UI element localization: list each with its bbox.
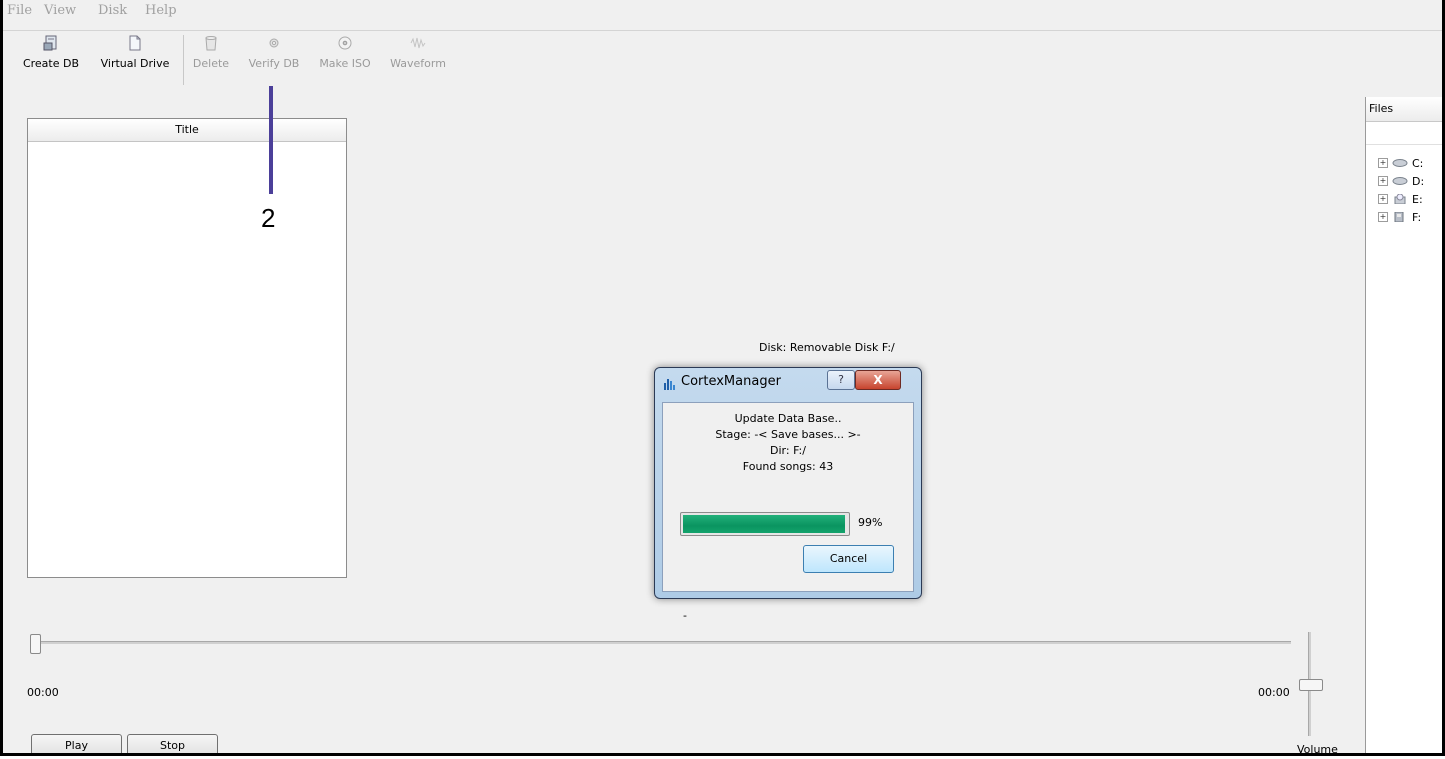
- toolbar-separator: [183, 35, 184, 85]
- drive-e[interactable]: + E:: [1378, 191, 1423, 207]
- position-track[interactable]: [35, 641, 1291, 644]
- app-logo-icon: [664, 379, 675, 390]
- create-db-button[interactable]: Create DB: [11, 35, 91, 70]
- verify-db-button[interactable]: Verify DB: [243, 35, 305, 70]
- expand-icon[interactable]: +: [1378, 176, 1388, 186]
- trash-icon: [205, 36, 217, 51]
- dialog-title: CortexManager: [681, 374, 781, 389]
- optical-drive-icon: [1394, 194, 1406, 204]
- expand-icon[interactable]: +: [1378, 194, 1388, 204]
- cancel-button[interactable]: Cancel: [803, 545, 894, 573]
- database-create-icon: [43, 35, 57, 51]
- stop-button[interactable]: Stop: [127, 734, 218, 753]
- track-list[interactable]: Title: [27, 118, 347, 578]
- callout-number: 2: [261, 203, 276, 233]
- close-button[interactable]: X: [855, 370, 901, 390]
- dir-line: Dir: F:/: [770, 444, 806, 457]
- status-dash: -: [683, 609, 687, 622]
- menu-file[interactable]: File: [7, 3, 32, 18]
- menu-help[interactable]: Help: [145, 3, 177, 18]
- menu-disk[interactable]: Disk: [98, 3, 127, 18]
- progress-percent: 99%: [858, 516, 883, 529]
- drive-label: F:: [1412, 210, 1422, 224]
- volume-slider-thumb[interactable]: [1299, 679, 1323, 691]
- drive-label: E:: [1412, 192, 1423, 206]
- toolbar: Create DB Virtual Drive Delete Verify DB: [3, 30, 1442, 93]
- virtual-drive-label: Virtual Drive: [100, 57, 170, 70]
- virtual-drive-button[interactable]: Virtual Drive: [93, 35, 177, 70]
- callout-line: [269, 86, 273, 194]
- volume-label: Volume: [1297, 743, 1338, 756]
- verify-db-label: Verify DB: [248, 57, 300, 70]
- files-panel: Files + C: + D: + E: + F:: [1365, 97, 1442, 753]
- play-button[interactable]: Play: [31, 734, 122, 753]
- progress-dialog: CortexManager ? X Update Data Base.. Sta…: [654, 367, 922, 599]
- waveform-icon: [410, 37, 426, 49]
- menu-bar: File View Disk Help: [3, 0, 1442, 22]
- expand-icon[interactable]: +: [1378, 212, 1388, 222]
- drive-label: C:: [1412, 156, 1424, 170]
- total-time: 00:00: [1258, 686, 1290, 699]
- hard-drive-icon: [1392, 159, 1408, 167]
- removable-drive-icon: [1394, 212, 1404, 222]
- drive-d[interactable]: + D:: [1378, 173, 1424, 189]
- make-iso-button[interactable]: Make ISO: [313, 35, 377, 70]
- drive-label: D:: [1412, 174, 1425, 188]
- disc-icon: [338, 36, 352, 50]
- delete-button[interactable]: Delete: [189, 35, 233, 70]
- status-line: Update Data Base..: [734, 412, 842, 425]
- drive-f[interactable]: + F:: [1378, 209, 1421, 225]
- progress-fill: [683, 515, 845, 533]
- disk-label: Disk: Removable Disk F:/: [759, 341, 895, 354]
- stage-line: Stage: -< Save bases... >-: [715, 428, 861, 441]
- files-filter[interactable]: [1366, 122, 1442, 145]
- create-db-label: Create DB: [22, 57, 80, 70]
- gear-icon: [269, 38, 279, 48]
- waveform-button[interactable]: Waveform: [383, 35, 453, 70]
- expand-icon[interactable]: +: [1378, 158, 1388, 168]
- menu-view[interactable]: View: [44, 3, 76, 18]
- app-window: File View Disk Help Create DB Virtual Dr…: [0, 0, 1445, 756]
- progress-bar: [680, 512, 850, 536]
- position-slider-thumb[interactable]: [30, 634, 41, 654]
- help-button[interactable]: ?: [827, 370, 855, 390]
- drive-c[interactable]: + C:: [1378, 155, 1423, 171]
- found-songs-line: Found songs: 43: [742, 460, 834, 473]
- delete-label: Delete: [192, 57, 230, 70]
- document-icon: [129, 35, 141, 51]
- elapsed-time: 00:00: [27, 686, 59, 699]
- dialog-message: Update Data Base.. Stage: -< Save bases.…: [663, 411, 913, 475]
- make-iso-label: Make ISO: [319, 57, 371, 70]
- hard-drive-icon: [1392, 177, 1408, 185]
- files-header[interactable]: Files: [1366, 97, 1442, 122]
- dialog-body: Update Data Base.. Stage: -< Save bases.…: [662, 402, 914, 592]
- waveform-label: Waveform: [390, 57, 446, 70]
- title-column-header[interactable]: Title: [28, 119, 346, 142]
